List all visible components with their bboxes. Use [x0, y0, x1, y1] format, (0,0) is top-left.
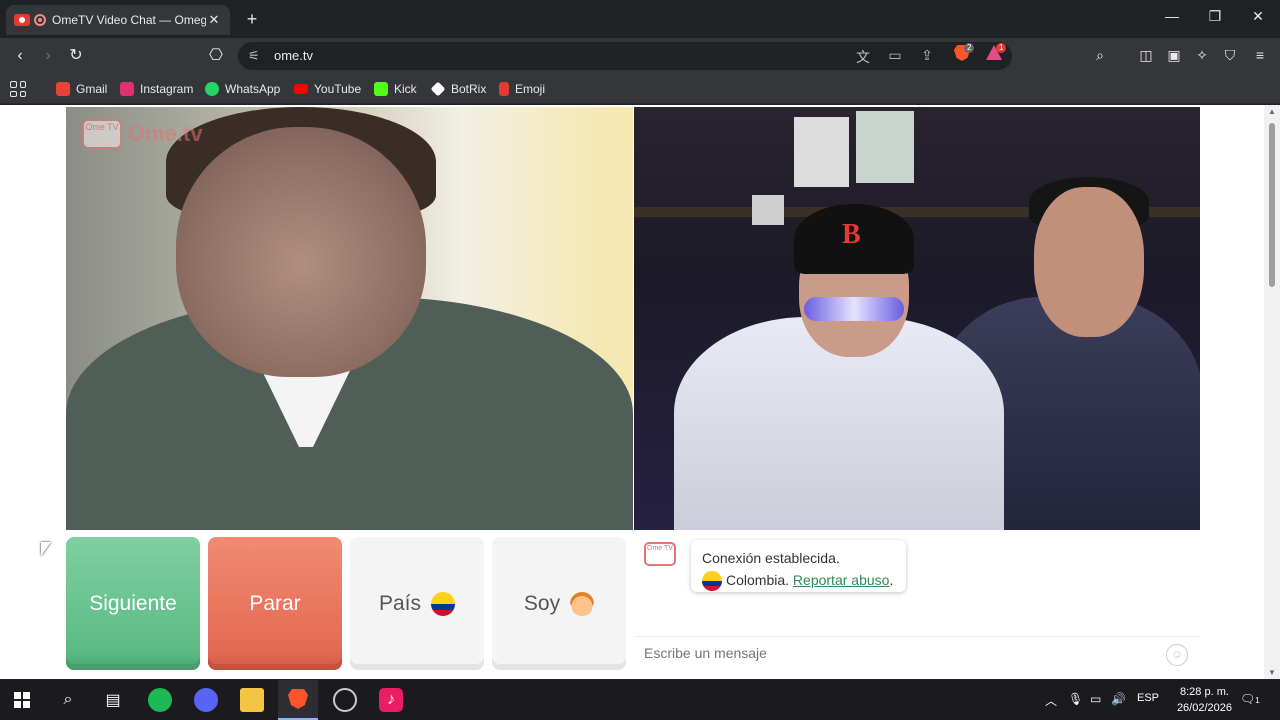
whatsapp-icon — [205, 82, 219, 96]
tab-bar: OmeTV Video Chat — Omegl ✕ + — ❐ ✕ — [0, 0, 1280, 38]
close-window-button[interactable]: ✕ — [1243, 8, 1273, 25]
emoji-icon — [499, 82, 509, 96]
youtube-icon — [294, 84, 308, 94]
site-info-icon[interactable]: ⚟ — [248, 48, 260, 64]
windows-taskbar: ⌕ ▤ ♪ ︿ 🎙 ▭ 🔊 ESP 8:28 p. m. 26/02/2026 … — [0, 680, 1280, 720]
brave-icon — [288, 689, 308, 709]
scrollbar-thumb[interactable] — [1269, 123, 1275, 287]
minimize-button[interactable]: — — [1157, 8, 1187, 24]
notifications-icon[interactable]: 🗨1 — [1240, 692, 1260, 706]
file-explorer-icon[interactable] — [240, 688, 264, 712]
search-icon[interactable]: ⌕ — [56, 688, 80, 712]
poster-skull — [794, 117, 849, 187]
tab-ometv[interactable]: OmeTV Video Chat — Omegl ✕ — [6, 5, 230, 35]
reload-button[interactable]: ↻ — [66, 46, 86, 66]
scroll-down-icon[interactable]: ▼ — [1268, 668, 1276, 677]
apps-icon[interactable] — [10, 81, 26, 97]
country-button[interactable]: País — [350, 537, 484, 670]
bookmarks-bar: Gmail Instagram WhatsApp YouTube Kick Bo… — [0, 74, 1280, 104]
bookmark-icon[interactable]: ⎔ — [206, 46, 226, 66]
restore-button[interactable]: ❐ — [1200, 8, 1230, 25]
url-text: ome.tv — [274, 48, 314, 63]
cast-icon[interactable]: ▭ — [886, 47, 904, 64]
leo-ai-icon[interactable]: ✧ — [1192, 47, 1212, 64]
spotify-icon[interactable] — [148, 688, 172, 712]
obs-icon[interactable] — [333, 688, 357, 712]
brave-taskbar-button[interactable] — [278, 680, 318, 720]
report-abuse-link[interactable]: Reportar abuso — [793, 572, 890, 588]
translate-icon[interactable]: 文 — [854, 47, 872, 67]
network-icon[interactable]: ▭ — [1090, 692, 1101, 706]
volume-icon[interactable]: 🔊 — [1111, 692, 1126, 706]
colombia-flag-icon — [702, 571, 722, 592]
instagram-icon — [120, 82, 134, 96]
ometv-logo-text: Ome.tv — [128, 121, 203, 146]
recording-icon — [34, 14, 46, 26]
windows-icon — [14, 692, 30, 708]
share-icon[interactable]: ⇪ — [918, 47, 936, 64]
tiktok-icon[interactable]: ♪ — [379, 688, 403, 712]
time: 8:28 p. m. — [1180, 686, 1229, 698]
ometv-favicon-icon — [14, 14, 30, 26]
system-message: Conexión establecida. Colombia. Reportar… — [691, 540, 906, 592]
task-view-icon[interactable]: ▤ — [101, 688, 125, 712]
bookmark-youtube[interactable]: YouTube — [294, 82, 361, 96]
close-tab-icon[interactable]: ✕ — [206, 12, 222, 28]
show-hidden-icons[interactable]: ︿ — [1045, 692, 1057, 709]
smiley-icon[interactable]: ☺ — [1166, 644, 1188, 666]
scroll-up-icon[interactable]: ▲ — [1268, 107, 1276, 116]
person-head — [176, 127, 426, 377]
menu-icon[interactable]: ≡ — [1250, 47, 1270, 63]
bookmark-gmail[interactable]: Gmail — [56, 82, 107, 96]
bookmark-whatsapp[interactable]: WhatsApp — [205, 82, 280, 96]
wallet-icon[interactable]: ▣ — [1164, 47, 1184, 64]
ometv-logo-icon: Ome TV — [82, 119, 122, 149]
remote-video: B — [634, 107, 1200, 530]
clock[interactable]: 8:28 p. m. 26/02/2026 — [1177, 684, 1232, 716]
chat-input-area: ☺ — [634, 636, 1200, 674]
forward-button[interactable]: › — [38, 46, 58, 66]
poster-art — [856, 111, 914, 183]
start-button[interactable] — [10, 688, 34, 712]
discord-icon[interactable] — [194, 688, 218, 712]
kick-icon — [374, 82, 388, 96]
tab-title: OmeTV Video Chat — Omegl — [52, 13, 206, 27]
chat-panel: Ome TV Conexión establecida. Colombia. R… — [634, 530, 1200, 674]
bookmark-instagram[interactable]: Instagram — [120, 82, 193, 96]
ometv-avatar-icon: Ome TV — [644, 542, 676, 566]
cap-logo: B — [842, 219, 861, 250]
navigation-bar: ‹ › ↻ ⎔ ⚟ ome.tv 文 ▭ ⇪ 2 1 ⌕ ◫ ▣ ✧ ⛉ ≡ — [0, 38, 1280, 74]
date: 26/02/2026 — [1176, 702, 1232, 714]
gender-button[interactable]: Soy — [492, 537, 626, 670]
colombia-flag-icon — [431, 591, 456, 616]
connection-status: Conexión establecida. — [702, 550, 840, 566]
local-video — [66, 107, 633, 530]
bookmark-kick[interactable]: Kick — [374, 82, 417, 96]
next-button[interactable]: Siguiente — [66, 537, 200, 670]
controller-box — [752, 195, 784, 225]
language-indicator[interactable]: ESP — [1137, 692, 1159, 704]
botrix-icon — [430, 81, 446, 97]
bookmark-botrix[interactable]: BotRix — [430, 81, 486, 97]
microphone-icon[interactable]: 🎙 — [1068, 692, 1083, 706]
ometv-logo: Ome TV Ome.tv — [82, 119, 203, 149]
partner-country: Colombia. — [726, 572, 790, 588]
mouse-cursor-icon — [41, 542, 51, 556]
vpn-icon[interactable]: ⛉ — [1220, 47, 1240, 64]
message-input[interactable] — [644, 645, 1144, 661]
gmail-icon — [56, 82, 70, 96]
bookmark-emoji[interactable]: Emoji — [499, 82, 545, 96]
web-page: Ome TV Ome.tv B Siguiente Parar País Soy… — [0, 105, 1280, 679]
back-button[interactable]: ‹ — [10, 46, 30, 66]
stop-button[interactable]: Parar — [208, 537, 342, 670]
person-right-head — [1034, 187, 1144, 337]
sidebar-icon[interactable]: ◫ — [1136, 47, 1156, 64]
new-tab-button[interactable]: + — [242, 9, 262, 30]
sunglasses — [804, 297, 904, 321]
boy-face-icon — [570, 591, 595, 616]
tab-search-icon[interactable]: ⌕ — [1090, 47, 1110, 64]
address-bar[interactable]: ⚟ ome.tv 文 ▭ ⇪ — [238, 42, 1012, 70]
page-scrollbar[interactable]: ▲ ▼ — [1264, 105, 1280, 679]
